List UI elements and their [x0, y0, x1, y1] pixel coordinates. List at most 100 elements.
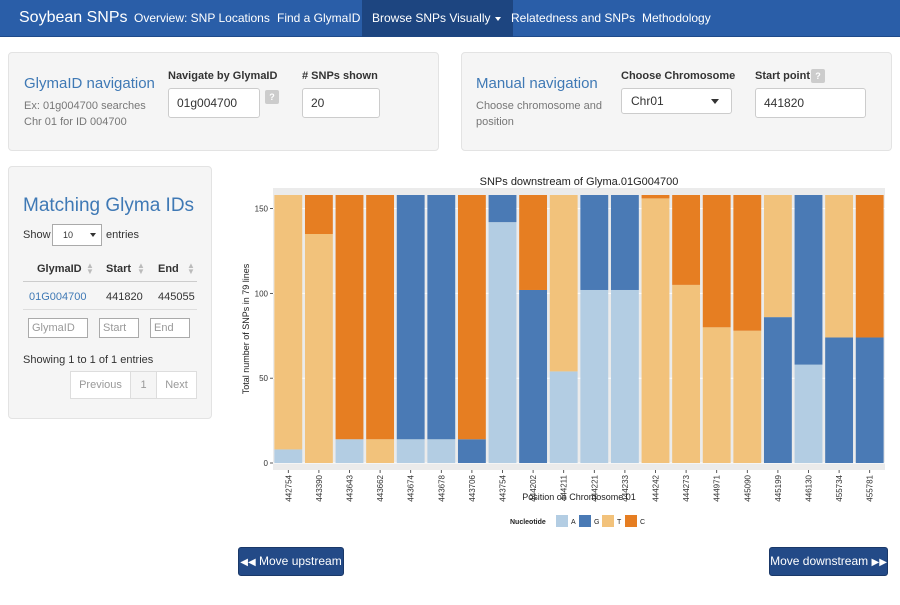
brand-title[interactable]: Soybean SNPs — [19, 9, 128, 27]
bar-segment-a — [610, 289, 639, 463]
nav-methodology[interactable]: Methodology — [632, 0, 721, 37]
snps-shown-input[interactable]: 20 — [302, 88, 380, 118]
manual-nav-help: Choose chromosome and position — [476, 100, 602, 128]
bar-segment-t — [763, 195, 792, 318]
move-upstream-label: Move upstream — [259, 554, 342, 568]
bar-segment-c — [672, 195, 701, 285]
column-header-start[interactable]: Start — [106, 263, 131, 275]
bar-segment-g — [427, 195, 456, 440]
y-tick-label: 50 — [259, 374, 268, 383]
table-header-divider — [23, 281, 197, 282]
bar-segment-t — [366, 439, 395, 463]
chromosome-select-value: Chr01 — [631, 94, 664, 108]
row-end: 445055 — [158, 291, 195, 303]
x-tick-label: 443643 — [346, 474, 355, 501]
filter-glymaid-input[interactable]: GlymaID — [28, 318, 88, 338]
navbar: Soybean SNPs Overview: SNP Locations Fin… — [0, 0, 900, 37]
legend-swatch-a — [556, 515, 568, 527]
pager-next-button[interactable]: Next — [156, 371, 197, 399]
legend-title: Nucleotide — [510, 519, 546, 526]
sort-icon[interactable]: ▲ ▼ — [137, 262, 145, 276]
x-axis-label: Position on Chromosome 01 — [522, 492, 636, 502]
nav-browse-snps[interactable]: Browse SNPs Visually — [362, 0, 513, 37]
bar-segment-g — [457, 439, 486, 463]
glymaid-input[interactable]: 01g004700 — [168, 88, 260, 118]
bar-segment-g — [855, 337, 884, 463]
x-tick-label: 444971 — [713, 474, 722, 501]
y-tick-label: 100 — [255, 289, 269, 298]
manual-navigation-panel: Manual navigation Choose chromosome and … — [461, 52, 892, 151]
sort-icon[interactable]: ▲ ▼ — [187, 262, 195, 276]
filter-end-input[interactable]: End — [150, 318, 190, 338]
bar-segment-c — [457, 195, 486, 440]
table-info: Showing 1 to 1 of 1 entries — [23, 354, 154, 366]
move-downstream-button[interactable]: Move downstream ▶▶ — [769, 547, 888, 576]
bar-segment-t — [733, 330, 762, 463]
bar-segment-c — [702, 195, 731, 328]
choose-chromosome-label: Choose Chromosome — [621, 70, 736, 82]
bar-segment-g — [580, 195, 609, 290]
bar-segment-c — [304, 195, 333, 235]
table-row-divider — [23, 309, 197, 310]
bar-segment-a — [488, 222, 517, 463]
x-tick-label: 455781 — [866, 474, 875, 501]
bar-segment-t — [702, 327, 731, 463]
start-point-label: Start point — [755, 70, 810, 82]
legend-swatch-t — [602, 515, 614, 527]
x-tick-label: 445199 — [774, 474, 783, 501]
chromosome-select[interactable]: Chr01 — [621, 88, 732, 114]
bar-segment-t — [641, 198, 670, 464]
filter-start-input[interactable]: Start — [99, 318, 139, 338]
nav-overview[interactable]: Overview: SNP Locations — [124, 0, 280, 37]
snp-stacked-bar-chart: SNPs downstream of Glyma.01G004700 442754… — [241, 176, 885, 527]
pager-page-1[interactable]: 1 — [130, 371, 157, 399]
entries-length-value: 10 — [63, 230, 74, 240]
move-upstream-button[interactable]: ◀◀ Move upstream — [238, 547, 344, 576]
glymaid-help-button[interactable]: ? — [265, 90, 279, 104]
bar-segment-g — [763, 317, 792, 463]
bar-segment-g — [488, 195, 517, 223]
legend-label-g: G — [594, 519, 599, 526]
bar-segment-a — [427, 439, 456, 463]
start-point-input[interactable]: 441820 — [755, 88, 866, 118]
entries-length-select[interactable]: 10 — [52, 224, 102, 246]
bar-segment-g — [610, 195, 639, 290]
x-tick-label: 443678 — [437, 474, 446, 501]
chevron-down-icon — [90, 233, 96, 237]
pager-previous-button[interactable]: Previous — [70, 371, 131, 399]
bar-segment-t — [274, 195, 303, 450]
bar-segment-g — [825, 337, 854, 463]
bar-segment-g — [794, 195, 823, 365]
y-tick-label: 150 — [255, 205, 269, 214]
bar-segment-t — [825, 195, 854, 338]
bar-segment-c — [335, 195, 364, 440]
bar-segment-t — [672, 284, 701, 463]
double-arrow-left-icon: ◀◀ — [240, 557, 256, 568]
bar-segment-g — [519, 289, 548, 463]
row-start: 441820 — [106, 291, 143, 303]
nav-relatedness[interactable]: Relatedness and SNPs — [501, 0, 645, 37]
x-tick-label: 443706 — [468, 474, 477, 501]
x-tick-label: 444242 — [652, 474, 661, 501]
plot-background — [273, 188, 885, 470]
sort-icon[interactable]: ▲ ▼ — [86, 262, 94, 276]
row-glymaid-link[interactable]: 01G004700 — [29, 291, 87, 303]
bar-segment-t — [549, 195, 578, 372]
start-point-help-button[interactable]: ? — [811, 69, 825, 83]
column-header-end[interactable]: End — [158, 263, 179, 275]
bar-segment-a — [580, 289, 609, 463]
x-tick-label: 443662 — [376, 474, 385, 501]
x-tick-label: 443754 — [499, 474, 508, 501]
bar-segment-t — [304, 234, 333, 463]
column-header-glymaid[interactable]: GlymaID — [37, 263, 82, 275]
snps-shown-label: # SNPs shown — [302, 70, 378, 82]
show-label: Show — [23, 229, 51, 241]
glymaid-nav-title: GlymaID navigation — [24, 75, 155, 92]
bar-segment-a — [335, 439, 364, 463]
bar-segment-a — [396, 439, 425, 463]
x-tick-label: 442754 — [284, 474, 293, 501]
chevron-down-icon — [494, 16, 501, 21]
nav-find-glymaid[interactable]: Find a GlymaID — [267, 0, 370, 37]
legend-label-c: C — [640, 519, 645, 526]
bar-segment-a — [794, 364, 823, 463]
